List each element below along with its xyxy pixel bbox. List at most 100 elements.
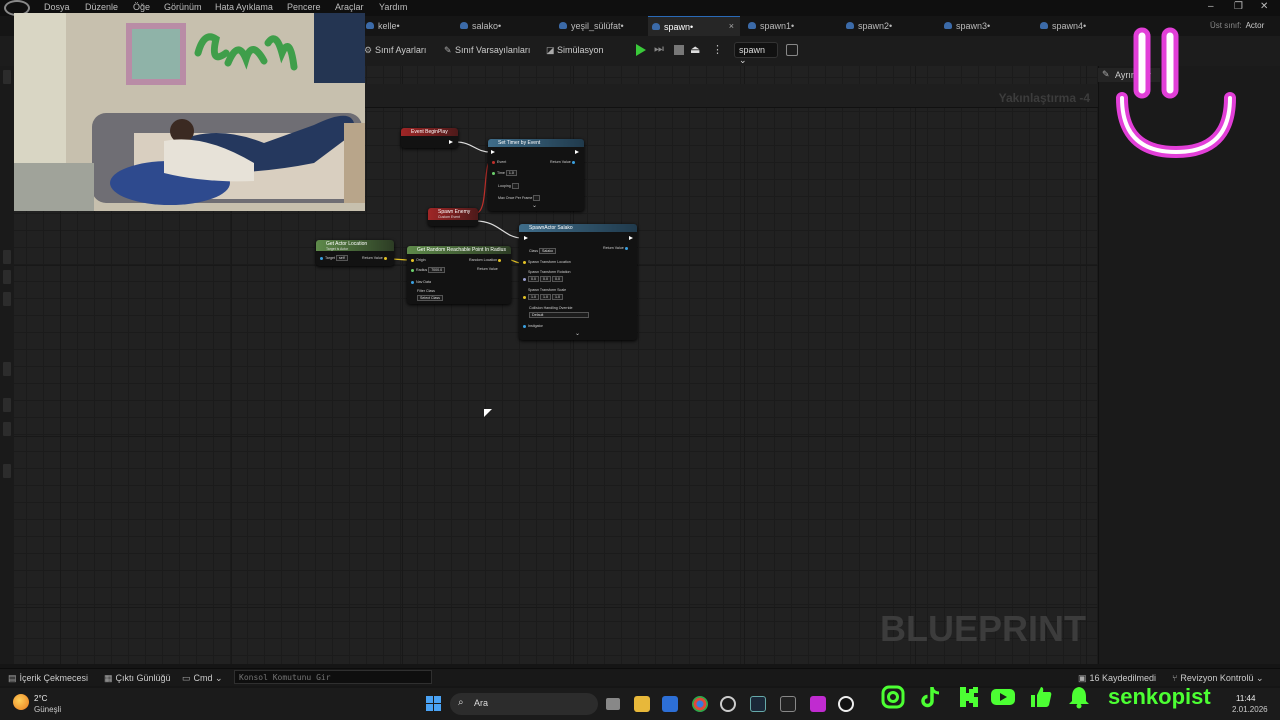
- content-drawer-button[interactable]: ▤ İçerik Çekmecesi: [8, 673, 88, 684]
- save-icon: ▣: [1078, 673, 1087, 683]
- pin-instigator[interactable]: Instigator: [523, 324, 543, 328]
- github-icon[interactable]: [720, 696, 736, 712]
- store-icon[interactable]: [662, 696, 678, 712]
- pin-time[interactable]: Time 1.0: [492, 170, 517, 176]
- log-icon: ▦: [104, 673, 113, 683]
- pin-location[interactable]: Spawn Transform Location: [523, 260, 571, 264]
- tab-salako[interactable]: salako•: [456, 16, 552, 36]
- sun-icon[interactable]: [13, 694, 29, 710]
- rail-handle[interactable]: [3, 292, 11, 306]
- chrome-icon[interactable]: [692, 696, 708, 712]
- pin-event[interactable]: Event: [492, 160, 506, 164]
- rotation-values[interactable]: 0.0 0.0 0.0: [523, 276, 563, 282]
- app-icon[interactable]: [810, 696, 826, 712]
- node-event-beginplay[interactable]: Event BeginPlay: [401, 128, 458, 148]
- pin-radius[interactable]: Radius 7000.0: [411, 267, 446, 273]
- pin-origin[interactable]: Origin: [411, 258, 426, 262]
- debug-browse-icon[interactable]: [786, 44, 798, 56]
- pin-collision-handling[interactable]: Collision Handling Override: [529, 306, 573, 310]
- node-spawn-actor-salako[interactable]: SpawnActor Salako Class Salako Return Va…: [519, 224, 637, 340]
- menu-view[interactable]: Görünüm: [164, 2, 202, 12]
- exec-pin[interactable]: [575, 150, 579, 154]
- tab-close-icon[interactable]: ×: [729, 21, 734, 31]
- step-icon[interactable]: ⏭: [654, 43, 668, 57]
- node-set-timer-by-event[interactable]: Set Timer by Event Event Return Value Ti…: [488, 139, 584, 211]
- rail-handle[interactable]: [3, 250, 11, 264]
- tab-yesil-sulufat[interactable]: yeşil_sülüfat•: [555, 16, 645, 36]
- cmd-select[interactable]: ▭ Cmd ⌄: [182, 673, 223, 684]
- pin-max-once[interactable]: Max Once Per Frame: [498, 195, 541, 201]
- channel-handle: senkopist: [1108, 684, 1211, 709]
- menu-help[interactable]: Yardım: [379, 2, 407, 12]
- blueprint-icon: [559, 22, 567, 29]
- scale-values[interactable]: 1.0 1.0 1.0: [523, 294, 563, 300]
- class-defaults-button[interactable]: ✎ Sınıf Varsayılanları: [444, 45, 530, 56]
- tab-kelle[interactable]: kelle•: [362, 16, 452, 36]
- taskbar-search[interactable]: ⌕ Ara: [450, 693, 598, 715]
- menu-window[interactable]: Pencere: [287, 2, 321, 12]
- node-header: Spawn Enemy Custom Event: [428, 208, 478, 220]
- menu-debug[interactable]: Hata Ayıklama: [215, 2, 273, 12]
- output-log-button[interactable]: ▦ Çıktı Günlüğü: [104, 673, 171, 684]
- menu-edit[interactable]: Düzenle: [85, 2, 118, 12]
- rail-handle[interactable]: [3, 270, 11, 284]
- task-view-icon[interactable]: [606, 698, 620, 710]
- exec-pin[interactable]: [524, 236, 528, 240]
- node-header: Set Timer by Event: [488, 139, 584, 147]
- minimize-icon[interactable]: –: [1208, 1, 1214, 12]
- pin-return-value[interactable]: Return Value: [477, 267, 498, 271]
- rail-handle[interactable]: [3, 464, 11, 478]
- exec-pin[interactable]: [629, 236, 633, 240]
- node-get-actor-location[interactable]: Get Actor Location Target is Actor Target…: [316, 240, 394, 266]
- pin-rotation[interactable]: Spawn Transform Rotation: [523, 270, 571, 274]
- node-random-reachable-point[interactable]: Get Random Reachable Point In Radius Ori…: [407, 246, 511, 304]
- exec-pin[interactable]: [491, 150, 495, 154]
- chevron-down-icon[interactable]: ⌄: [575, 330, 580, 337]
- pin-class[interactable]: Class Salako: [529, 248, 556, 254]
- pin-return-value[interactable]: Return Value: [603, 246, 630, 250]
- tab-spawn3[interactable]: spawn3•: [940, 16, 1036, 36]
- start-button[interactable]: [426, 696, 441, 711]
- eject-icon[interactable]: ⏏: [690, 43, 704, 57]
- tab-spawn2[interactable]: spawn2•: [842, 16, 938, 36]
- bell-icon: [1069, 687, 1089, 709]
- stop-button[interactable]: [672, 43, 686, 57]
- pin-return-value[interactable]: Return Value: [550, 160, 577, 164]
- rail-handle[interactable]: [3, 70, 11, 84]
- unreal-engine-icon[interactable]: [838, 696, 854, 712]
- menu-asset[interactable]: Öğe: [133, 2, 150, 12]
- pin-random-location[interactable]: Random Location: [469, 258, 503, 262]
- close-icon[interactable]: ✕: [1260, 1, 1268, 12]
- pin-looping[interactable]: Looping: [498, 183, 519, 189]
- parent-class-value[interactable]: Actor: [1246, 21, 1265, 30]
- pin-target[interactable]: Target self: [320, 255, 348, 261]
- console-input[interactable]: [234, 670, 432, 684]
- weather-desc[interactable]: Güneşli: [34, 705, 61, 714]
- tab-spawn1[interactable]: spawn1•: [744, 16, 840, 36]
- tab-spawn[interactable]: spawn• ×: [648, 16, 740, 36]
- exec-pin[interactable]: [449, 140, 453, 144]
- menu-file[interactable]: Dosya: [44, 2, 70, 12]
- pin-filter-class[interactable]: Filter Class: [417, 289, 435, 293]
- collision-select[interactable]: Default: [529, 312, 589, 318]
- more-options-icon[interactable]: ⋮: [712, 43, 726, 57]
- maximize-icon[interactable]: ❐: [1234, 1, 1243, 12]
- menu-tools[interactable]: Araçlar: [335, 2, 364, 12]
- file-explorer-icon[interactable]: [634, 696, 650, 712]
- pin-return-value[interactable]: Return Value: [362, 256, 389, 260]
- debug-object-select[interactable]: spawn ⌄: [734, 42, 778, 65]
- rail-handle[interactable]: [3, 362, 11, 376]
- steam-icon[interactable]: [750, 696, 766, 712]
- pin-nav-data[interactable]: Nav Data: [411, 280, 431, 284]
- filter-class-select[interactable]: Select Class: [417, 295, 443, 301]
- pin-scale[interactable]: Spawn Transform Scale: [523, 288, 566, 292]
- node-spawn-enemy[interactable]: Spawn Enemy Custom Event: [428, 208, 478, 226]
- rail-handle[interactable]: [3, 422, 11, 436]
- rail-handle[interactable]: [3, 398, 11, 412]
- weather-temp[interactable]: 2°C: [34, 694, 47, 703]
- play-button[interactable]: [634, 43, 648, 57]
- simulation-button[interactable]: ◪ Simülasyon: [546, 45, 604, 56]
- class-settings-button[interactable]: ⚙ Sınıf Ayarları: [364, 45, 426, 56]
- chevron-down-icon[interactable]: ⌄: [532, 202, 537, 209]
- epic-games-icon[interactable]: [780, 696, 796, 712]
